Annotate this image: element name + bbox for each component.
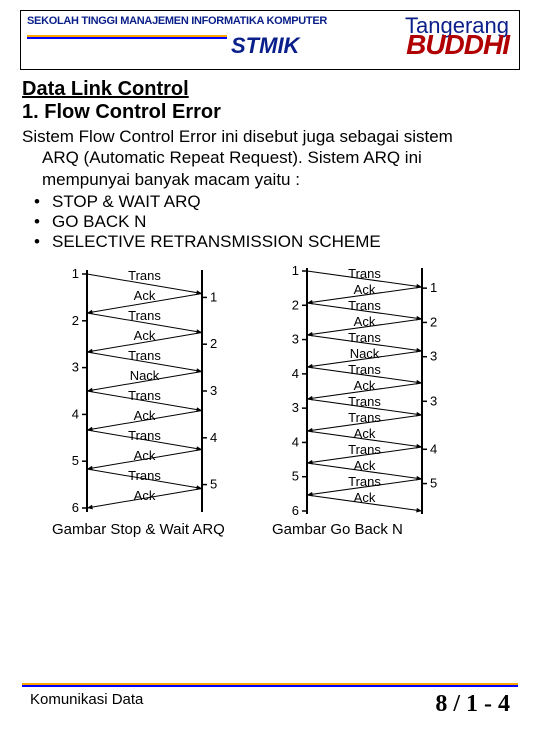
bullet-text: SELECTIVE RETRANSMISSION SCHEME — [52, 232, 381, 252]
diagram-go-back-n: 12343456123345TransAckTransAckTransNackT… — [272, 262, 472, 517]
svg-text:3: 3 — [430, 348, 437, 363]
content: Data Link Control 1. Flow Control Error … — [22, 78, 518, 538]
caption-1: Gambar Stop & Wait ARQ — [52, 521, 252, 538]
svg-text:Trans: Trans — [128, 468, 161, 483]
svg-text:5: 5 — [210, 476, 217, 491]
footer-rule — [22, 683, 518, 687]
svg-text:Ack: Ack — [134, 328, 156, 343]
svg-text:1: 1 — [292, 263, 299, 278]
svg-text:4: 4 — [430, 441, 437, 456]
svg-text:Trans: Trans — [348, 266, 381, 281]
svg-text:6: 6 — [72, 500, 79, 515]
svg-text:Trans: Trans — [348, 442, 381, 457]
svg-text:Nack: Nack — [350, 346, 380, 361]
svg-text:Ack: Ack — [354, 490, 376, 505]
list-item: •STOP & WAIT ARQ — [22, 192, 518, 212]
header-rule — [27, 35, 227, 39]
svg-text:Ack: Ack — [134, 408, 156, 423]
svg-text:4: 4 — [292, 366, 299, 381]
svg-text:Ack: Ack — [354, 314, 376, 329]
svg-text:Trans: Trans — [348, 298, 381, 313]
svg-text:Ack: Ack — [354, 378, 376, 393]
title-main: Data Link Control — [22, 78, 518, 101]
svg-text:1: 1 — [210, 289, 217, 304]
svg-text:Trans: Trans — [128, 388, 161, 403]
svg-text:1: 1 — [430, 280, 437, 295]
svg-text:2: 2 — [292, 297, 299, 312]
svg-text:Ack: Ack — [134, 448, 156, 463]
paragraph: Sistem Flow Control Error ini disebut ju… — [22, 126, 518, 190]
svg-text:Ack: Ack — [134, 288, 156, 303]
svg-text:3: 3 — [292, 400, 299, 415]
title-section: 1. Flow Control Error — [22, 101, 518, 124]
svg-text:Trans: Trans — [128, 308, 161, 323]
bullet-text: GO BACK N — [52, 212, 146, 232]
svg-text:4: 4 — [210, 430, 217, 445]
svg-text:Trans: Trans — [128, 428, 161, 443]
list-item: •SELECTIVE RETRANSMISSION SCHEME — [22, 232, 518, 252]
svg-text:2: 2 — [210, 336, 217, 351]
svg-text:5: 5 — [72, 453, 79, 468]
diagrams-row: 12345612345TransAckTransAckTransNackTran… — [22, 262, 518, 517]
svg-text:3: 3 — [210, 383, 217, 398]
para-l2: ARQ (Automatic Repeat Request). Sistem A… — [42, 147, 518, 168]
svg-text:4: 4 — [72, 406, 79, 421]
svg-text:Trans: Trans — [348, 474, 381, 489]
caption-2: Gambar Go Back N — [272, 521, 472, 538]
header-buddhi: BUDDHI — [406, 29, 509, 61]
svg-text:Trans: Trans — [348, 394, 381, 409]
svg-text:Trans: Trans — [348, 410, 381, 425]
captions-row: Gambar Stop & Wait ARQ Gambar Go Back N — [22, 521, 518, 538]
svg-text:3: 3 — [292, 331, 299, 346]
para-l3: mempunyai banyak macam yaitu : — [42, 169, 518, 190]
footer-left: Komunikasi Data — [30, 691, 143, 718]
svg-text:5: 5 — [292, 468, 299, 483]
para-l1: Sistem Flow Control Error ini disebut ju… — [22, 127, 453, 146]
svg-text:5: 5 — [430, 475, 437, 490]
bullet-text: STOP & WAIT ARQ — [52, 192, 201, 212]
bullet-list: •STOP & WAIT ARQ •GO BACK N •SELECTIVE R… — [22, 192, 518, 252]
page-number: 8 / 1 - 4 — [435, 691, 510, 718]
footer: Komunikasi Data 8 / 1 - 4 — [0, 683, 540, 718]
list-item: •GO BACK N — [22, 212, 518, 232]
svg-text:Ack: Ack — [354, 458, 376, 473]
svg-text:4: 4 — [292, 434, 299, 449]
header-stmik: STMIK — [231, 33, 299, 59]
svg-text:3: 3 — [72, 359, 79, 374]
diagram-stop-wait: 1 2 3 4 5 6 1 2 3 4 5 Trans Ack Trans Ack Trans Nack Tran… — [52, 262, 252, 517]
svg-text:1: 1 — [72, 266, 79, 281]
svg-text:2: 2 — [430, 314, 437, 329]
svg-text:Trans: Trans — [348, 330, 381, 345]
header-box: SEKOLAH TINGGI MANAJEMEN INFORMATIKA KOM… — [20, 10, 520, 70]
svg-text:6: 6 — [292, 503, 299, 517]
svg-text:Nack: Nack — [130, 368, 160, 383]
svg-text:2: 2 — [72, 313, 79, 328]
svg-text:3: 3 — [430, 393, 437, 408]
svg-text:Ack: Ack — [354, 426, 376, 441]
svg-text:Trans: Trans — [128, 268, 161, 283]
svg-text:Ack: Ack — [354, 282, 376, 297]
svg-text:Trans: Trans — [348, 362, 381, 377]
svg-text:Ack: Ack — [134, 488, 156, 503]
svg-text:Trans: Trans — [128, 348, 161, 363]
